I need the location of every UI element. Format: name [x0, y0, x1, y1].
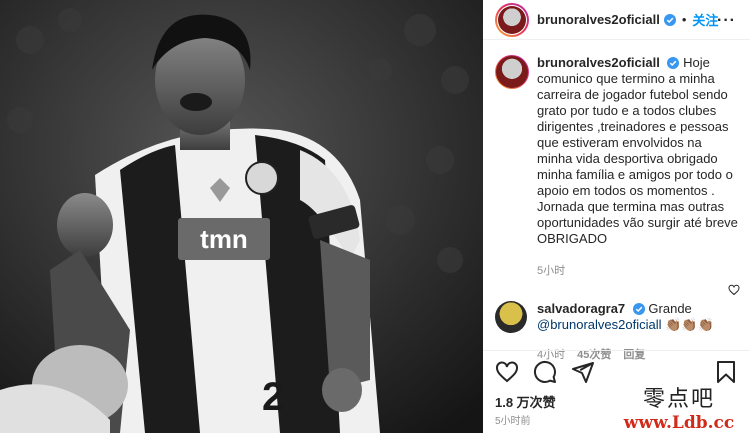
comment-icon[interactable]: [533, 360, 557, 384]
caption-author[interactable]: brunoralves2oficiall: [537, 55, 660, 70]
separator-dot: •: [681, 12, 687, 27]
site-watermark: 零点吧 www.Ldb.cc: [614, 381, 744, 433]
verified-badge-icon: [667, 57, 680, 69]
player-photo-illustration: tmn 2: [0, 0, 483, 433]
bookmark-icon[interactable]: [714, 360, 738, 384]
verified-badge-icon: [632, 303, 645, 315]
follow-button[interactable]: 关注: [692, 10, 718, 29]
heart-icon[interactable]: [495, 360, 519, 384]
comment-like-heart-icon[interactable]: [728, 284, 740, 296]
post-detail-panel: brunoralves2oficiall • 关注 ··· brunoralve…: [483, 0, 750, 433]
post-photo[interactable]: tmn 2: [0, 0, 483, 433]
comments-section: brunoralves2oficiall Hoje comunico que t…: [483, 41, 750, 361]
share-icon[interactable]: [571, 360, 595, 384]
watermark-title: 零点吧: [642, 387, 715, 412]
svg-text:2: 2: [262, 375, 284, 419]
caption: brunoralves2oficiall Hoje comunico que t…: [495, 55, 738, 279]
caption-time: 5小时: [537, 265, 566, 277]
caption-text: Hoje comunico que termino a minha carrei…: [537, 55, 738, 246]
commenter-avatar[interactable]: [495, 301, 527, 333]
post-timestamp: 5小时前: [495, 416, 531, 427]
commenter-username[interactable]: salvadoragra7: [537, 301, 625, 316]
author-avatar-image: [498, 5, 526, 34]
likes-count[interactable]: 1.8 万次赞: [495, 392, 556, 411]
verified-badge-icon: [663, 13, 676, 26]
author-username[interactable]: brunoralves2oficiall: [537, 12, 660, 27]
comment-mention[interactable]: @brunoralves2oficiall: [537, 317, 661, 332]
shirt-sponsor-text: tmn: [200, 224, 248, 254]
more-options-icon[interactable]: ···: [717, 12, 736, 30]
comment-text: Grande: [648, 301, 692, 316]
watermark-url: www.Ldb.cc: [623, 413, 735, 433]
author-avatar[interactable]: [495, 2, 529, 37]
caption-author-avatar[interactable]: [495, 55, 529, 89]
clapping-emoji: 👏🏽👏🏽👏🏽: [665, 317, 714, 332]
caption-avatar-image: [496, 56, 528, 88]
post-header: brunoralves2oficiall • 关注 ···: [483, 0, 750, 40]
